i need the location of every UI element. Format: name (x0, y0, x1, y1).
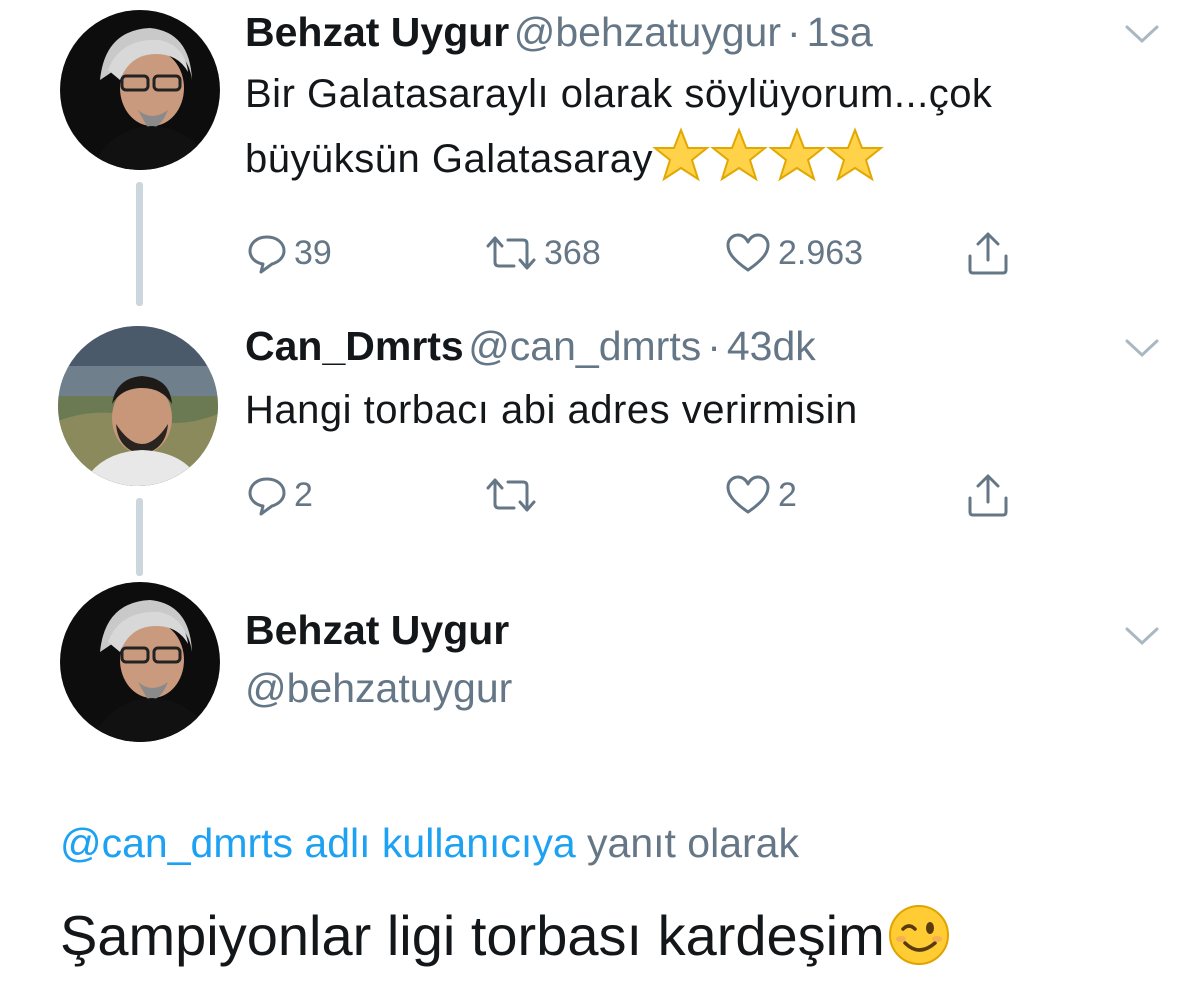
like-count: 2 (778, 475, 797, 514)
avatar-behzat[interactable] (60, 582, 220, 742)
chevron-down-icon[interactable] (1124, 22, 1160, 46)
display-name[interactable]: Can_Dmrts (245, 323, 464, 369)
focused-tweet-name: Behzat Uygur (245, 606, 509, 664)
reply-to-suffix: yanıt olarak (587, 820, 799, 866)
timestamp[interactable]: 43dk (727, 323, 816, 369)
reply-context: @can_dmrts adlı kullanıcıya yanıt olarak (60, 817, 799, 869)
tweet-text: Hangi torbacı abi adres verirmisin (245, 378, 858, 442)
chevron-down-icon[interactable] (1124, 336, 1160, 360)
avatar-can-image (58, 326, 218, 486)
tweet-text: Bir Galatasaraylı olarak söylüyorum...ço… (245, 62, 992, 191)
display-name[interactable]: Behzat Uygur (245, 607, 509, 653)
share-icon (968, 474, 1008, 517)
share-icon (968, 232, 1008, 275)
star-icon (710, 127, 768, 182)
heart-icon (726, 475, 770, 514)
reply-count: 2 (294, 475, 313, 514)
retweet-button[interactable]: 368 (484, 232, 601, 274)
separator-dot: · (707, 323, 721, 369)
heart-icon (726, 233, 770, 272)
retweet-button[interactable] (484, 474, 544, 516)
retweet-icon (486, 236, 536, 270)
star-icon (826, 127, 884, 182)
user-handle[interactable]: @can_dmrts (468, 323, 701, 369)
separator-dot: · (787, 9, 801, 55)
avatar-can[interactable] (58, 326, 218, 486)
reply-to-link[interactable]: @can_dmrts adlı kullanıcıya (60, 820, 576, 866)
tweet-text-line: Hangi torbacı abi adres verirmisin (245, 388, 858, 432)
tweet-header: Can_Dmrts @can_dmrts · 43dk (245, 322, 816, 380)
user-handle[interactable]: @behzatuygur (514, 9, 781, 55)
share-button[interactable] (966, 472, 1010, 518)
tweet-text-segment: Şampiyonlar ligi torbası kardeşim (60, 904, 885, 967)
thread-line (136, 498, 143, 576)
tweet-header: Behzat Uygur @behzatuygur · 1sa (245, 8, 873, 66)
retweet-icon (486, 478, 536, 512)
star-icon (652, 127, 710, 182)
thread-line (136, 182, 143, 306)
like-button[interactable]: 2 (724, 474, 797, 516)
winking-face-icon (888, 905, 949, 965)
tweet-text-line: Bir Galatasaraylı olarak söylüyorum...ço… (245, 72, 993, 116)
avatar-behzat-image (60, 10, 220, 170)
tweet-text-line: büyüksün Galatasaray (245, 126, 992, 191)
avatar-behzat-image (60, 582, 220, 742)
tweet-text-segment: büyüksün Galatasaray (245, 137, 654, 181)
reply-icon (248, 477, 286, 516)
reply-icon (248, 235, 286, 274)
focused-tweet-text: Şampiyonlar ligi torbası kardeşim (60, 900, 951, 972)
like-count: 2.963 (778, 233, 864, 272)
reply-button[interactable]: 2 (246, 474, 313, 516)
chevron-down-icon[interactable] (1124, 624, 1160, 648)
display-name[interactable]: Behzat Uygur (245, 9, 509, 55)
user-handle[interactable]: @behzatuygur (245, 665, 512, 711)
retweet-count: 368 (544, 233, 601, 272)
timestamp[interactable]: 1sa (807, 9, 873, 55)
star-icon (768, 127, 826, 182)
share-button[interactable] (966, 230, 1010, 276)
avatar-behzat[interactable] (60, 10, 220, 170)
reply-button[interactable]: 39 (246, 232, 332, 274)
like-button[interactable]: 2.963 (724, 232, 863, 274)
reply-count: 39 (294, 233, 332, 272)
focused-tweet-handle: @behzatuygur (245, 664, 512, 722)
